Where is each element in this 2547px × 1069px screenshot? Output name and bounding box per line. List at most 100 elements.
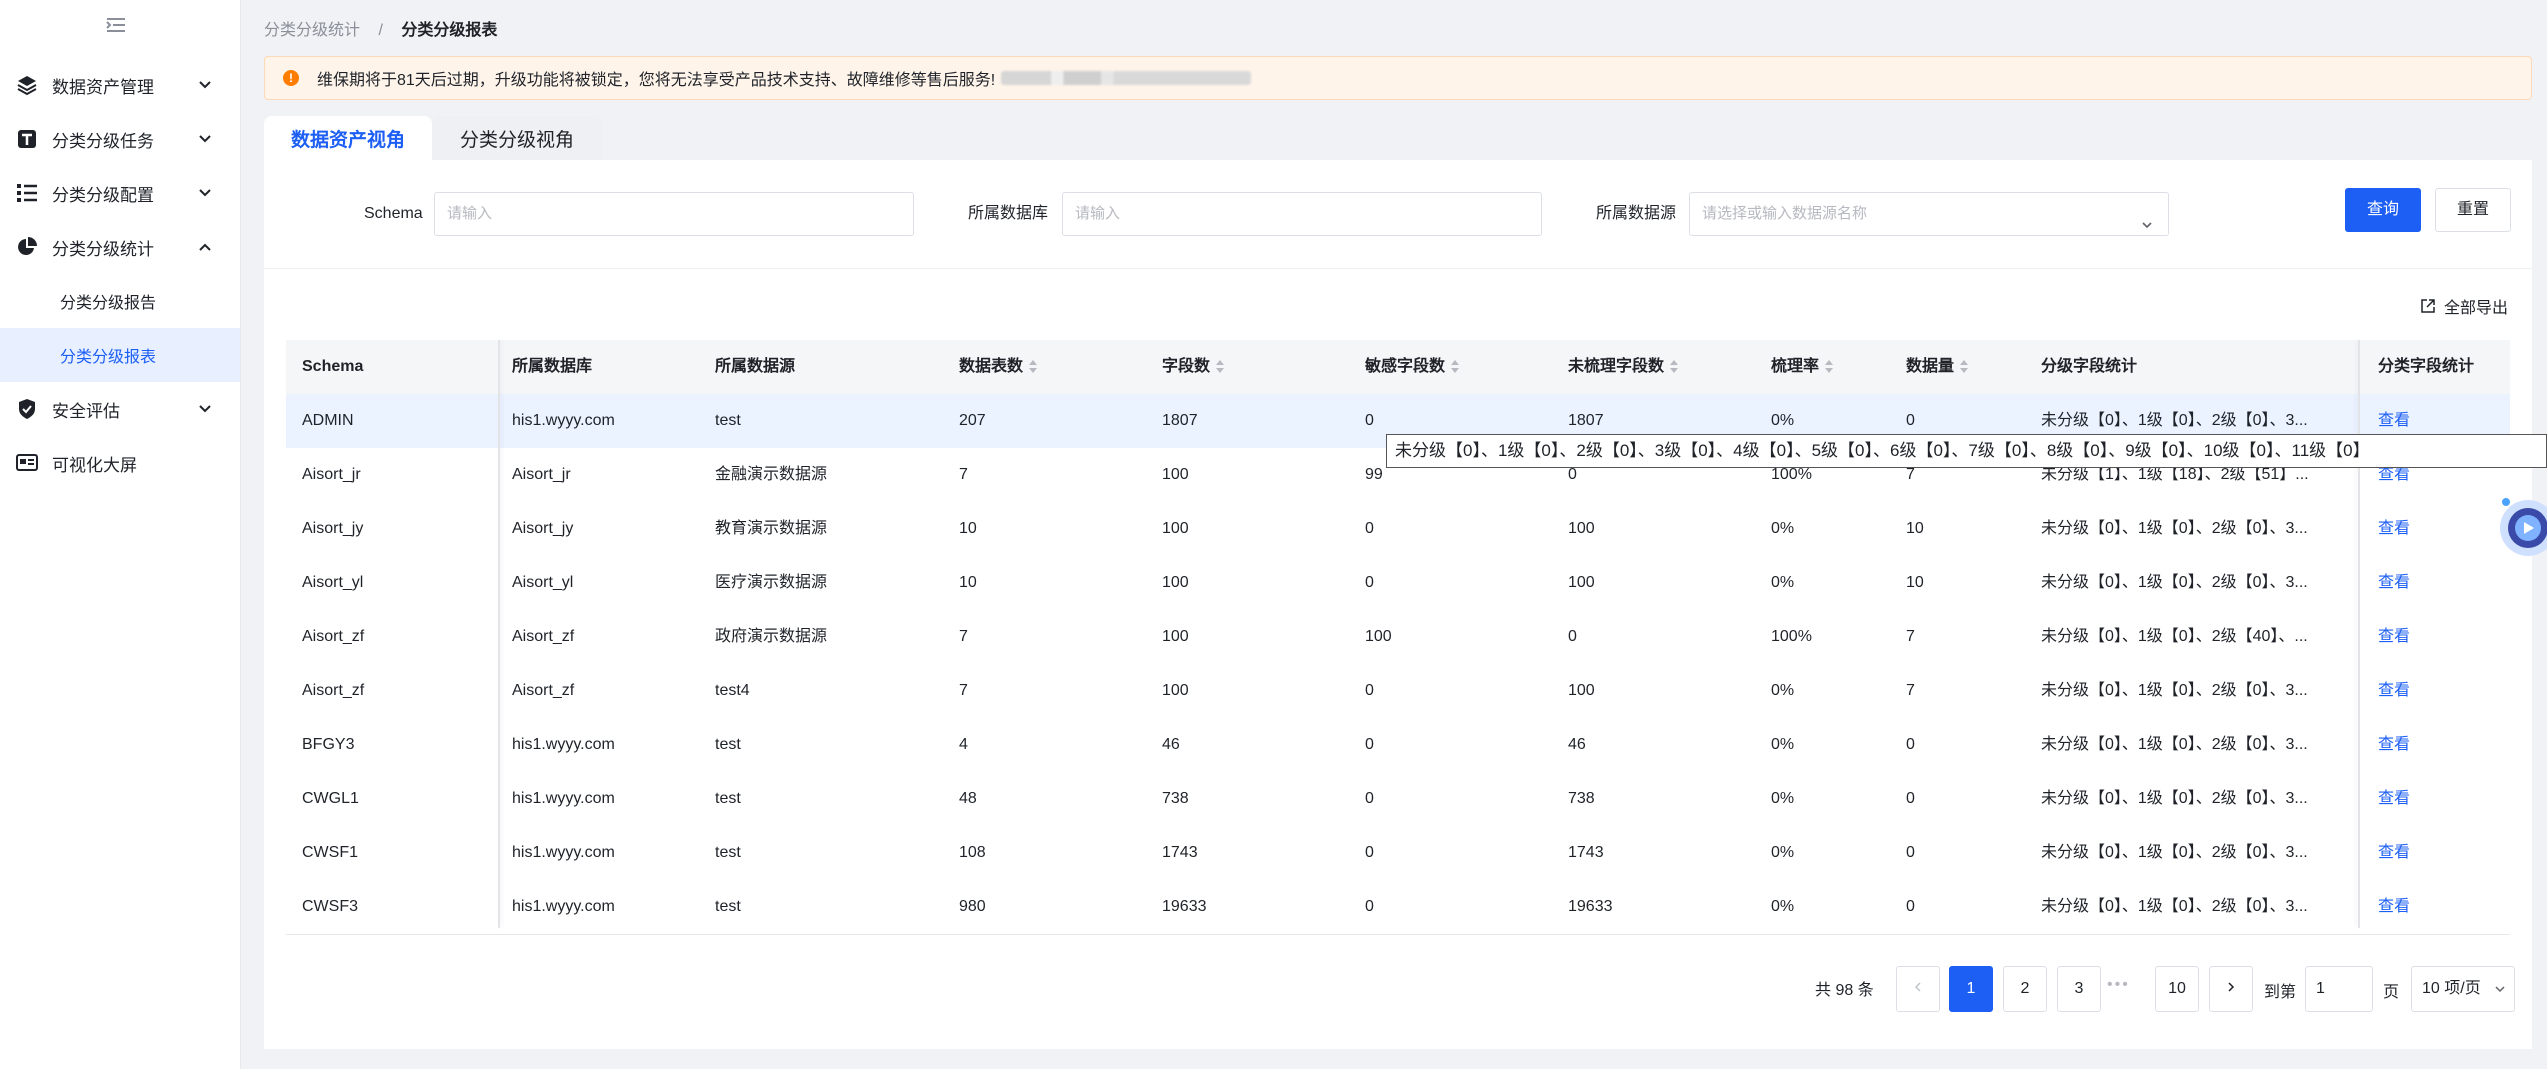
chevron-down-icon — [196, 184, 214, 202]
view-link[interactable]: 查看 — [2378, 610, 2458, 664]
export-icon — [2421, 299, 2435, 313]
cell-sort-rate: 100% — [1771, 628, 1812, 645]
maintenance-alert: ! 维保期将于81天后过期，升级功能将被锁定，您将无法享受产品技术支持、故障维修… — [264, 56, 2532, 100]
view-link[interactable]: 查看 — [2378, 556, 2458, 610]
alert-text: 维保期将于81天后过期，升级功能将被锁定，您将无法享受产品技术支持、故障维修等售… — [317, 72, 996, 89]
col-label: 数据量 — [1906, 358, 1955, 375]
sidebar-item-dashboard[interactable]: 可视化大屏 — [0, 436, 240, 490]
tab-classification-view[interactable]: 分类分级视角 — [432, 116, 602, 160]
sort-icon[interactable] — [1670, 360, 1679, 374]
table-row[interactable]: CWGL1 his1.wyyy.com test 48 738 0 738 0% 0 未分级【0】… — [286, 772, 2510, 827]
cell-data-volume: 0 — [1906, 844, 1915, 861]
goto-page-input[interactable]: 1 — [2305, 966, 2373, 1012]
cell-database: Aisort_zf — [512, 682, 575, 699]
sidebar-item-data-assets[interactable]: 数据资产管理 — [0, 58, 240, 112]
page-button[interactable]: 10 — [2155, 966, 2199, 1012]
sidebar-item-statistics[interactable]: 分类分级统计 — [0, 220, 240, 274]
cell-data-volume: 0 — [1906, 736, 1915, 753]
assistant-robot-icon[interactable] — [2494, 478, 2547, 558]
task-icon — [16, 128, 38, 150]
view-link[interactable]: 查看 — [2378, 502, 2458, 556]
collapse-menu-icon[interactable] — [105, 16, 129, 36]
col-label: 未梳理字段数 — [1568, 358, 1665, 375]
cell-sensitive-count: 0 — [1365, 520, 1374, 537]
table-row[interactable]: Aisort_jy Aisort_jy 教育演示数据源 10 100 0 100 0% 10 未分… — [286, 502, 2510, 557]
table-row[interactable]: Aisort_zf Aisort_zf 政府演示数据源 7 100 100 0 100% 7 未分… — [286, 610, 2510, 665]
page-button[interactable]: 2 — [2003, 966, 2047, 1012]
cell-table-count: 48 — [959, 790, 977, 807]
cell-table-count: 10 — [959, 574, 977, 591]
datasource-select[interactable]: 请选择或输入数据源名称 — [1689, 192, 2169, 236]
cell-field-count: 100 — [1162, 520, 1189, 537]
sidebar-item-report-table[interactable]: 分类分级报表 — [0, 328, 240, 382]
table-row[interactable]: Aisort_zf Aisort_zf test4 7 100 0 100 0% 7 未分级【0】… — [286, 664, 2510, 719]
schema-input[interactable]: 请输入 — [434, 192, 914, 236]
view-link[interactable]: 查看 — [2378, 772, 2458, 826]
next-page-button[interactable] — [2209, 966, 2253, 1012]
sort-icon[interactable] — [1451, 360, 1460, 374]
sidebar-item-config[interactable]: 分类分级配置 — [0, 166, 240, 220]
chevron-down-icon — [196, 400, 214, 418]
reset-button[interactable]: 重置 — [2435, 188, 2511, 232]
view-link[interactable]: 查看 — [2378, 826, 2458, 880]
col-field-count[interactable]: 字段数 — [1162, 340, 1225, 394]
cell-datasource: 医疗演示数据源 — [715, 574, 828, 591]
col-table-count[interactable]: 数据表数 — [959, 340, 1038, 394]
table-row[interactable]: CWSF3 his1.wyyy.com test 980 19633 0 19633 0% 0 未… — [286, 880, 2510, 935]
sort-icon[interactable] — [1029, 360, 1038, 374]
cell-table-count: 4 — [959, 736, 968, 753]
page-button[interactable]: 3 — [2057, 966, 2101, 1012]
sort-icon[interactable] — [1960, 360, 1969, 374]
col-label: 敏感字段数 — [1365, 358, 1446, 375]
cell-sort-rate: 0% — [1771, 736, 1795, 753]
table-row[interactable]: Aisort_yl Aisort_yl 医疗演示数据源 10 100 0 100 0% 10 未分… — [286, 556, 2510, 611]
cell-database: Aisort_jy — [512, 520, 574, 537]
breadcrumb-parent[interactable]: 分类分级统计 — [264, 22, 360, 39]
fixed-column-shadow — [2358, 340, 2360, 928]
cell-schema: CWSF3 — [302, 898, 358, 915]
main-panel: 数据资产视角 分类分级视角 Schema 请输入 所属数据库 请输入 所属数据源… — [264, 116, 2532, 1049]
sidebar-item-tasks[interactable]: 分类分级任务 — [0, 112, 240, 166]
cell-data-volume: 7 — [1906, 628, 1915, 645]
cell-sort-rate: 0% — [1771, 898, 1795, 915]
view-link[interactable]: 查看 — [2378, 718, 2458, 772]
table-row[interactable]: CWSF1 his1.wyyy.com test 108 1743 0 1743 0% 0 未分级… — [286, 826, 2510, 881]
col-data-volume[interactable]: 数据量 — [1906, 340, 1969, 394]
sort-icon[interactable] — [1825, 360, 1834, 374]
col-sort-rate[interactable]: 梳理率 — [1771, 340, 1834, 394]
tab-asset-view[interactable]: 数据资产视角 — [264, 116, 432, 160]
list-config-icon — [16, 182, 38, 204]
cell-level-stats: 未分级【0】、1级【0】、2级【0】、3... — [2041, 790, 2308, 807]
cell-schema: ADMIN — [302, 412, 354, 429]
view-link[interactable]: 查看 — [2378, 664, 2458, 718]
cell-level-stats: 未分级【0】、1级【0】、2级【0】、3... — [2041, 898, 2308, 915]
cell-sort-rate: 0% — [1771, 682, 1795, 699]
sidebar-item-security[interactable]: 安全评估 — [0, 382, 240, 436]
cell-unsorted-count: 100 — [1568, 574, 1595, 591]
export-label: 全部导出 — [2444, 300, 2509, 317]
cell-level-stats: 未分级【0】、1级【0】、2级【0】、3... — [2041, 574, 2308, 591]
database-input[interactable]: 请输入 — [1062, 192, 1542, 236]
cell-unsorted-count: 0 — [1568, 628, 1577, 645]
cell-unsorted-count: 19633 — [1568, 898, 1613, 915]
export-all-button[interactable]: 全部导出 — [2420, 294, 2508, 318]
cell-level-stats: 未分级【0】、1级【0】、2级【0】、3... — [2041, 682, 2308, 699]
query-button[interactable]: 查询 — [2345, 188, 2421, 232]
sidebar-item-report[interactable]: 分类分级报告 — [0, 274, 240, 328]
page-button[interactable]: 1 — [1949, 966, 1993, 1012]
prev-page-button[interactable] — [1896, 966, 1940, 1012]
cell-schema: Aisort_yl — [302, 574, 364, 591]
pagination-ellipsis[interactable]: ••• — [2107, 976, 2130, 994]
cell-sort-rate: 0% — [1771, 790, 1795, 807]
table-row[interactable]: BFGY3 his1.wyyy.com test 4 46 0 46 0% 0 未分级【0】、1级… — [286, 718, 2510, 773]
cell-database: his1.wyyy.com — [512, 844, 615, 861]
redacted-contact — [1001, 71, 1252, 85]
sidebar-item-label: 分类分级报表 — [60, 349, 157, 366]
col-unsorted-count[interactable]: 未梳理字段数 — [1568, 340, 1679, 394]
warning-icon: ! — [283, 70, 299, 86]
datasource-placeholder: 请选择或输入数据源名称 — [1702, 205, 1868, 222]
page-size-select[interactable]: 10 项/页 — [2411, 966, 2515, 1012]
sort-icon[interactable] — [1216, 360, 1225, 374]
col-sensitive-count[interactable]: 敏感字段数 — [1365, 340, 1460, 394]
view-link[interactable]: 查看 — [2378, 880, 2458, 934]
